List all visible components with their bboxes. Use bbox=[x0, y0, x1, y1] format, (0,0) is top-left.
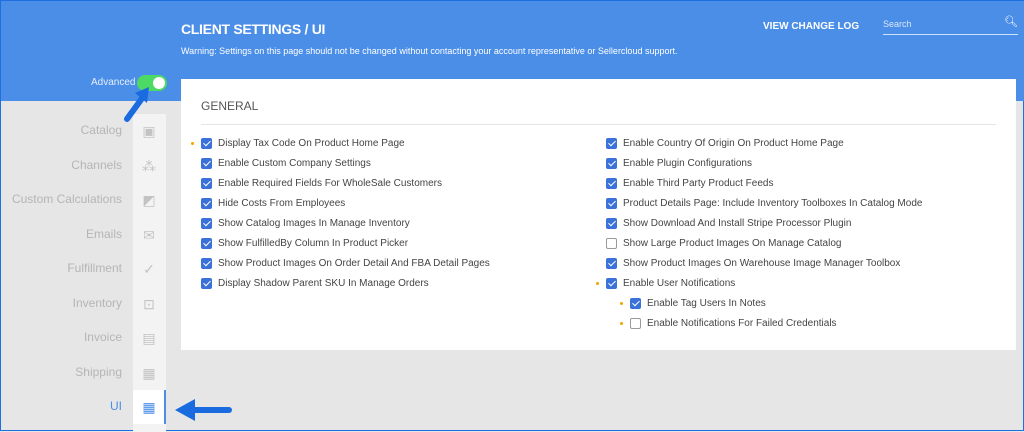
checkbox[interactable] bbox=[201, 238, 212, 249]
search-icon[interactable]: 🔍︎ bbox=[1004, 15, 1018, 28]
sidebar-item-label: Invoice bbox=[83, 330, 122, 344]
page-title: CLIENT SETTINGS / UI bbox=[181, 21, 326, 37]
checkbox[interactable] bbox=[606, 198, 617, 209]
sidebar-item-fulfillment[interactable]: Fulfillment ✓ bbox=[1, 252, 166, 286]
sidebar-item-label: Fulfillment bbox=[67, 261, 122, 275]
channels-icon: ⁂ bbox=[142, 157, 156, 174]
arrow-annotation-toggle bbox=[124, 87, 149, 122]
sidebar-item-label: Catalog bbox=[80, 123, 122, 137]
sidebar-item-inventory[interactable]: Inventory ⊡ bbox=[1, 287, 166, 321]
search-input[interactable] bbox=[883, 13, 1018, 35]
sidebar-item-label: Inventory bbox=[72, 295, 122, 310]
setting-label: Show Download And Install Stripe Process… bbox=[623, 218, 852, 229]
calculations-icon: ◩ bbox=[142, 192, 156, 208]
checkbox[interactable] bbox=[201, 158, 212, 169]
setting-label: Enable Notifications For Failed Credenti… bbox=[647, 318, 837, 329]
checkbox[interactable] bbox=[201, 218, 212, 229]
setting-label: Enable Custom Company Settings bbox=[218, 158, 371, 169]
sidebar-item-label: UI bbox=[110, 399, 122, 413]
checkbox[interactable] bbox=[630, 318, 641, 329]
checkbox[interactable] bbox=[606, 238, 617, 249]
setting-label: Show Product Images On Order Detail And … bbox=[218, 258, 490, 269]
sidebar-item-label: Shipping bbox=[75, 364, 122, 379]
setting-label: Show Catalog Images In Manage Inventory bbox=[218, 218, 410, 229]
checkbox[interactable] bbox=[606, 138, 617, 149]
checkbox[interactable] bbox=[606, 258, 617, 269]
document-icon: ▤ bbox=[142, 330, 156, 346]
checkbox[interactable] bbox=[606, 218, 617, 229]
sidebar-item-label: Channels bbox=[71, 157, 122, 172]
sidebar-item-shipping[interactable]: Shipping ▦ bbox=[1, 356, 166, 390]
sidebar-item-emails[interactable]: Emails ✉ bbox=[1, 218, 166, 252]
changed-dot bbox=[620, 322, 623, 325]
sidebar-item-custom-calculations[interactable]: Custom Calculations ◩ bbox=[1, 183, 166, 217]
checkbox[interactable] bbox=[630, 298, 641, 309]
changed-dot bbox=[596, 282, 599, 285]
setting-label: Show FulfilledBy Column In Product Picke… bbox=[218, 238, 409, 249]
general-card: GENERAL Display Tax Code On Product Home… bbox=[181, 79, 1016, 350]
sidebar-item-ui[interactable]: UI ▦ bbox=[1, 390, 166, 424]
dashboard-icon: ▦ bbox=[142, 399, 156, 415]
sidebar-item-label: Custom Calculations bbox=[11, 192, 122, 206]
changed-dot bbox=[191, 142, 194, 145]
setting-label: Product Details Page: Include Inventory … bbox=[623, 198, 923, 209]
view-change-log-link[interactable]: VIEW CHANGE LOG bbox=[763, 21, 859, 32]
check-circle-icon: ✓ bbox=[143, 261, 155, 277]
sidebar-item-channels[interactable]: Channels ⁂ bbox=[1, 149, 166, 183]
setting-label: Display Tax Code On Product Home Page bbox=[218, 138, 405, 149]
setting-label: Show Large Product Images On Manage Cata… bbox=[623, 238, 842, 249]
setting-label: Enable Tag Users In Notes bbox=[647, 298, 766, 309]
checkbox[interactable] bbox=[201, 198, 212, 209]
box-icon: ▦ bbox=[142, 364, 156, 381]
setting-label: Enable Plugin Configurations bbox=[623, 158, 752, 169]
sidebar-item-invoice[interactable]: Invoice ▤ bbox=[1, 321, 166, 355]
setting-label: Hide Costs From Employees bbox=[218, 198, 346, 209]
setting-label: Show Product Images On Warehouse Image M… bbox=[623, 258, 901, 269]
arrow-annotation-ui bbox=[175, 399, 232, 421]
warning-text: Warning: Settings on this page should no… bbox=[181, 46, 678, 56]
setting-label: Enable Country Of Origin On Product Home… bbox=[623, 138, 844, 149]
section-title: GENERAL bbox=[201, 99, 259, 113]
setting-label: Enable User Notifications bbox=[623, 278, 736, 289]
changed-dot bbox=[620, 302, 623, 305]
setting-label: Enable Third Party Product Feeds bbox=[623, 178, 774, 189]
checkbox[interactable] bbox=[606, 178, 617, 189]
checkbox[interactable] bbox=[606, 158, 617, 169]
setting-label: Enable Required Fields For WholeSale Cus… bbox=[218, 178, 442, 189]
divider bbox=[201, 124, 996, 125]
sidebar-item-label: Emails bbox=[85, 226, 122, 241]
checkbox[interactable] bbox=[201, 258, 212, 269]
checkbox[interactable] bbox=[201, 278, 212, 289]
setting-label: Display Shadow Parent SKU In Manage Orde… bbox=[218, 278, 429, 289]
dolly-icon: ⊡ bbox=[143, 295, 155, 312]
checkbox[interactable] bbox=[201, 138, 212, 149]
checkbox[interactable] bbox=[201, 178, 212, 189]
email-settings-icon: ✉ bbox=[143, 226, 155, 243]
checkbox[interactable] bbox=[606, 278, 617, 289]
